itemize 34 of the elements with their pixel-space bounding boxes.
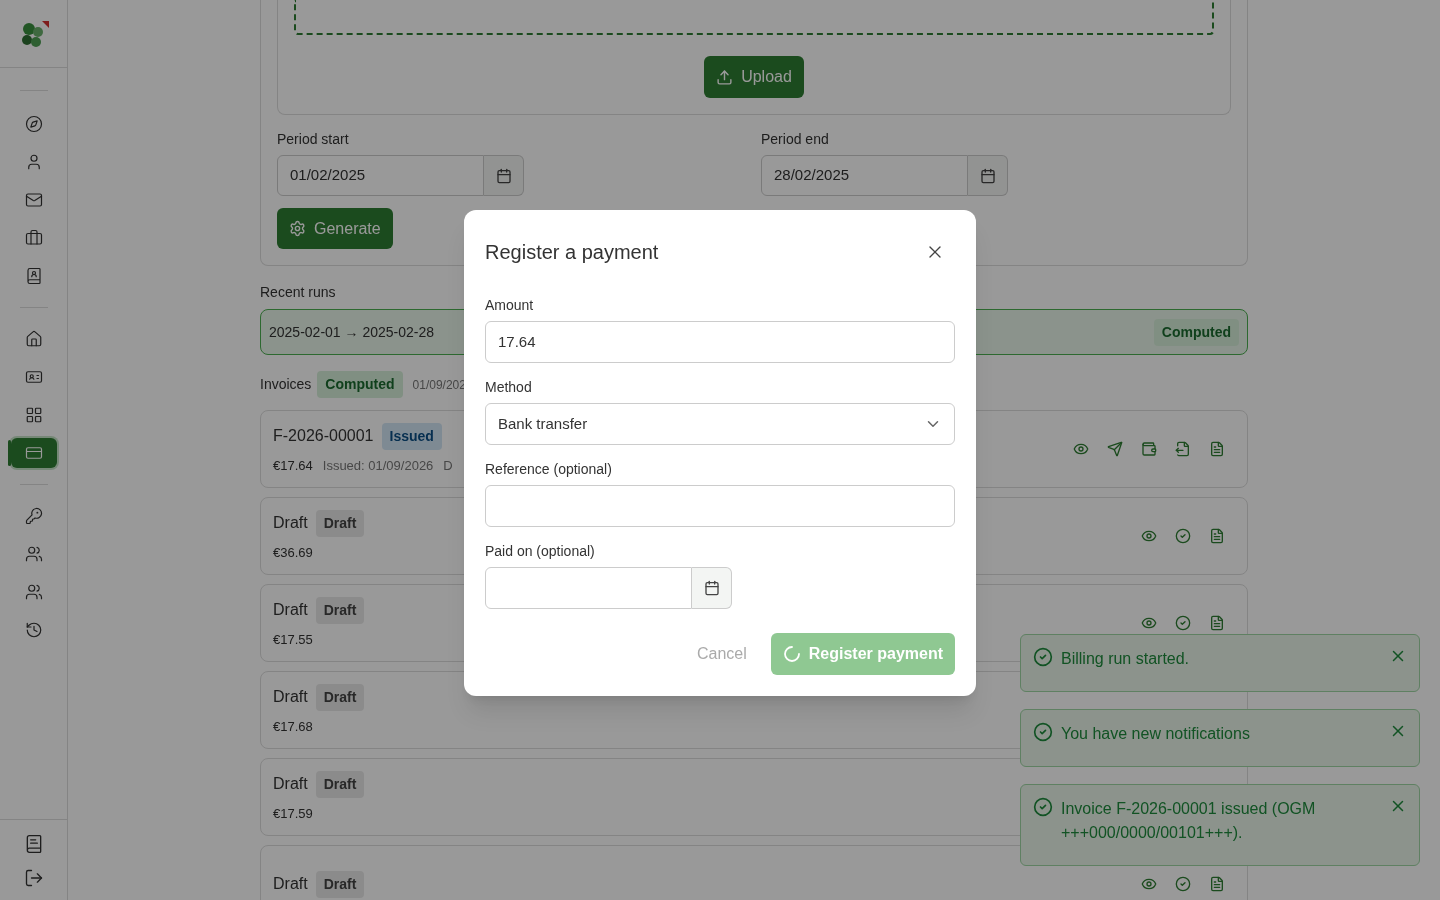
status-badge: Computed	[1153, 318, 1239, 346]
invoice-title: Draft	[273, 874, 308, 894]
invoice-amount: €17.68	[273, 717, 313, 736]
status-badge: Draft	[315, 683, 365, 711]
field-label: Method	[485, 378, 533, 397]
dialog-title: Register a payment	[485, 240, 659, 265]
invoice-title: Draft	[273, 687, 308, 708]
field-label: Reference (optional)	[485, 460, 613, 479]
run-date: 01/09/202	[412, 376, 466, 394]
toast-message: You have new notifications	[1061, 724, 1251, 744]
field-label: Amount	[485, 296, 535, 315]
invoice-title: Draft	[273, 774, 308, 795]
section-heading: Recent runs	[260, 283, 337, 302]
section-heading: Invoices	[260, 375, 312, 394]
field-label: Period start	[277, 130, 350, 149]
invoice-title: F-2026-00001	[273, 426, 374, 447]
invoice-title: Draft	[273, 513, 308, 534]
status-badge: Draft	[315, 870, 365, 898]
status-badge: Issued	[381, 422, 442, 450]
invoice-title: Draft	[273, 600, 308, 621]
toast-message: Billing run started.	[1061, 649, 1191, 669]
invoice-amount: €36.69	[273, 543, 313, 562]
run-range: 2025-02-01 → 2025-02-28	[269, 322, 434, 342]
status-badge: Draft	[315, 596, 365, 624]
due-date: D	[443, 456, 453, 475]
status-badge: Computed	[317, 371, 403, 398]
invoice-amount: €17.64	[273, 456, 313, 475]
status-badge: Draft	[315, 770, 365, 798]
field-label: Period end	[761, 130, 830, 149]
issued-date: Issued: 01/09/2026	[322, 456, 434, 475]
invoice-amount: €17.59	[273, 804, 313, 823]
status-badge: Draft	[315, 509, 365, 537]
invoice-amount: €17.55	[273, 630, 313, 649]
field-label: Paid on (optional)	[485, 542, 596, 561]
